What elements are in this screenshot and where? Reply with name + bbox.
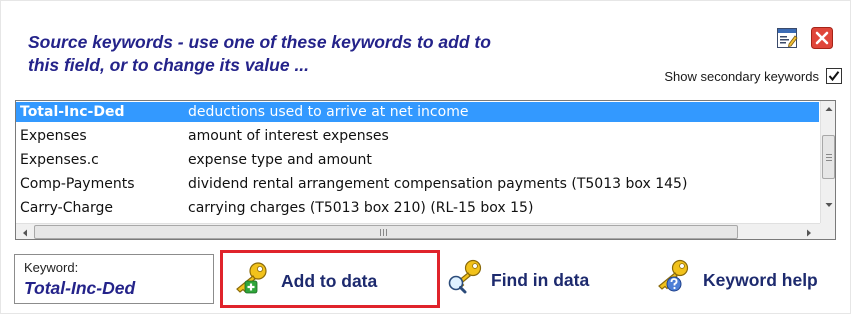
list-item[interactable]: Comp-Payments dividend rental arrangemen… xyxy=(16,174,819,194)
key-help-icon xyxy=(653,258,693,294)
keyword-description: deductions used to arrive at net income xyxy=(188,104,469,120)
keyword-name: Total-Inc-Ded xyxy=(20,104,125,120)
keyword-description: dividend rental arrangement compensation… xyxy=(188,176,688,192)
selected-keyword-box: Keyword: Total-Inc-Ded xyxy=(14,254,214,304)
scrollbar-corner xyxy=(820,223,835,239)
vertical-scroll-thumb[interactable] xyxy=(822,135,835,179)
horizontal-scrollbar[interactable] xyxy=(16,223,820,239)
edit-window-icon[interactable] xyxy=(776,27,798,49)
keyword-name: Expenses.c xyxy=(20,152,99,168)
keyword-description: expense type and amount xyxy=(188,152,372,168)
secondary-keywords-checkbox[interactable] xyxy=(826,68,842,84)
scroll-down-icon[interactable] xyxy=(821,197,835,213)
secondary-keywords-label: Show secondary keywords xyxy=(664,69,819,84)
scroll-up-icon[interactable] xyxy=(821,101,835,117)
keyword-name: Expenses xyxy=(20,128,87,144)
key-search-icon xyxy=(445,258,485,294)
title-line-1: Source keywords - use one of these keywo… xyxy=(28,32,491,52)
list-item[interactable]: Expenses amount of interest expenses xyxy=(16,126,819,146)
vertical-scrollbar[interactable] xyxy=(820,101,835,223)
add-to-data-button[interactable]: Add to data xyxy=(220,250,440,308)
list-item[interactable]: Expenses.c expense type and amount xyxy=(16,150,819,170)
list-item[interactable]: Carry-Charge carrying charges (T5013 box… xyxy=(16,198,819,218)
keyword-label: Keyword: xyxy=(24,260,79,275)
key-add-icon xyxy=(231,261,271,297)
close-icon[interactable] xyxy=(811,27,833,49)
keyword-description: carrying charges (T5013 box 210) (RL-15 … xyxy=(188,200,534,216)
keyword-dialog: Source keywords - use one of these keywo… xyxy=(0,0,851,314)
keyword-name: Comp-Payments xyxy=(20,176,135,192)
add-to-data-label: Add to data xyxy=(281,271,378,291)
keyword-help-label: Keyword help xyxy=(703,270,818,290)
scroll-left-icon[interactable] xyxy=(18,225,32,239)
keyword-name: Carry-Charge xyxy=(20,200,113,216)
list-item[interactable]: Total-Inc-Ded deductions used to arrive … xyxy=(16,102,819,122)
scroll-right-icon[interactable] xyxy=(802,225,816,239)
find-in-data-label: Find in data xyxy=(491,270,590,290)
selected-keyword-value: Total-Inc-Ded xyxy=(24,278,136,298)
keyword-description: amount of interest expenses xyxy=(188,128,389,144)
keyword-list[interactable]: Total-Inc-Ded deductions used to arrive … xyxy=(15,100,836,240)
find-in-data-button[interactable]: Find in data xyxy=(445,250,625,308)
horizontal-scroll-thumb[interactable] xyxy=(34,225,738,239)
keyword-help-button[interactable]: Keyword help xyxy=(653,250,849,308)
